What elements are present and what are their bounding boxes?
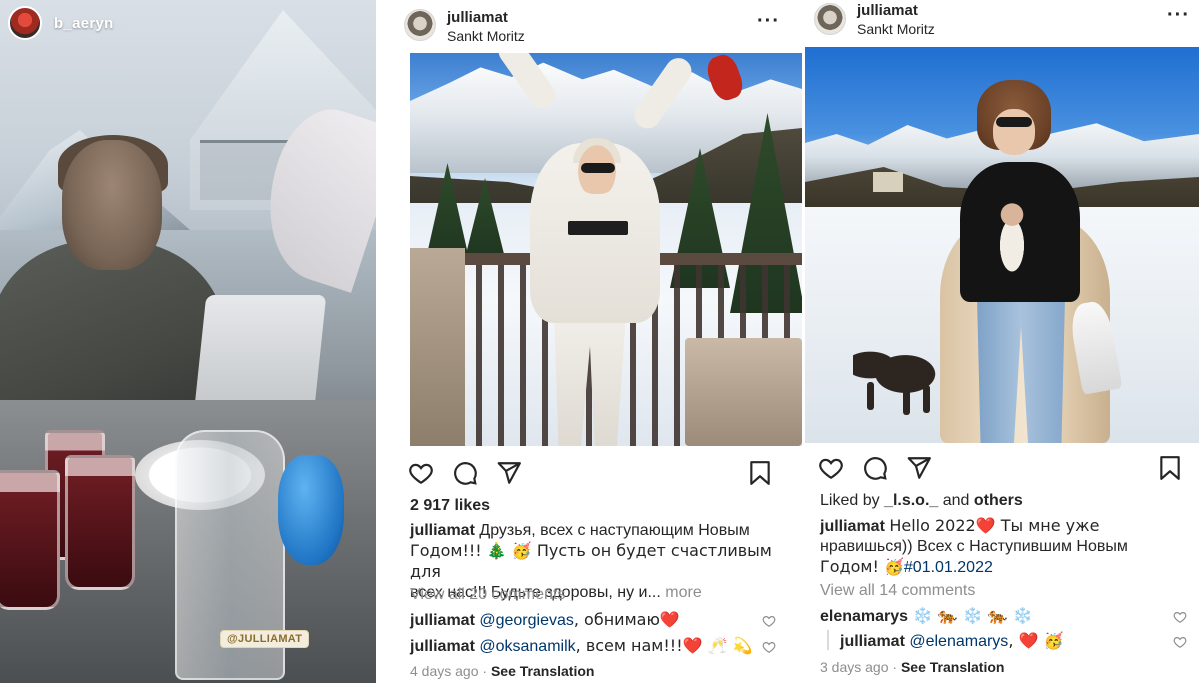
comment-text: , всем нам!!!❤️ 🥂 💫 bbox=[575, 636, 753, 655]
avatar[interactable] bbox=[814, 3, 846, 35]
story-chair bbox=[193, 295, 327, 415]
comment-username[interactable]: elenamarys bbox=[820, 608, 908, 625]
share-icon[interactable] bbox=[906, 455, 932, 486]
comment-row: elenamarys ❄️ 🐅 ❄️ 🐅 ❄️ bbox=[820, 606, 1032, 627]
photo-sweater-logo bbox=[568, 221, 628, 235]
liked-by-prefix: Liked by bbox=[820, 492, 880, 509]
see-translation-link[interactable]: See Translation bbox=[901, 659, 1004, 675]
caption-text: нравишься)) Всех с Наступившим Новым bbox=[820, 538, 1128, 555]
liked-by-and: and bbox=[942, 492, 970, 509]
post-actions bbox=[818, 455, 932, 486]
photo-sunglasses bbox=[996, 117, 1032, 127]
story-mulled-wine-glass bbox=[0, 470, 60, 610]
small-heart-icon[interactable] bbox=[1173, 635, 1187, 654]
post-location[interactable]: Sankt Moritz bbox=[447, 28, 525, 44]
post-meta: 3 days ago · See Translation bbox=[820, 659, 1005, 675]
photo-dog-leg bbox=[867, 382, 874, 410]
caption-text: Годом! 🥳 bbox=[820, 557, 904, 576]
story-header: b_aeryn bbox=[8, 6, 114, 40]
comment-row: julliamat @georgievas, обнимаю❤️ bbox=[410, 610, 680, 631]
view-all-comments[interactable]: View all 20 comments bbox=[410, 585, 565, 605]
heart-icon[interactable] bbox=[818, 455, 844, 486]
story-avatar[interactable] bbox=[8, 6, 42, 40]
caption-username[interactable]: julliamat bbox=[410, 522, 475, 539]
liked-by: Liked by _l.s.o._ and others bbox=[820, 491, 1023, 511]
more-link[interactable]: more bbox=[665, 584, 701, 601]
story-username[interactable]: b_aeryn bbox=[54, 15, 114, 32]
hashtag-link[interactable]: #01.01.2022 bbox=[904, 559, 993, 576]
photo-stone-pillar bbox=[410, 248, 465, 446]
post-username[interactable]: julliamat bbox=[447, 9, 508, 26]
comment-row: julliamat @elenamarys, ❤️ 🥳 bbox=[840, 631, 1063, 652]
story-person-head bbox=[62, 140, 162, 270]
share-icon[interactable] bbox=[496, 460, 522, 491]
post-location[interactable]: Sankt Moritz bbox=[857, 21, 935, 37]
photo-stone-pillar bbox=[685, 338, 802, 446]
caption-text: Hello 2022❤️ Ты мне уже bbox=[889, 516, 1100, 535]
small-heart-icon[interactable] bbox=[762, 640, 776, 659]
post-header: julliamat Sankt Moritz ··· bbox=[390, 0, 805, 50]
comment-username[interactable]: julliamat bbox=[840, 633, 905, 650]
story-panel: b_aeryn @JULLIAMAT bbox=[0, 0, 376, 683]
post-actions bbox=[408, 460, 522, 491]
comment-mention[interactable]: @elenamarys bbox=[909, 633, 1008, 650]
post-card: julliamat Sankt Moritz ··· bbox=[390, 0, 805, 683]
post-meta: 4 days ago · See Translation bbox=[410, 663, 595, 679]
caption-text: Друзья, всех с наступающим Новым bbox=[479, 522, 750, 539]
post-username[interactable]: julliamat bbox=[857, 2, 918, 19]
caption-text: Годом!!! 🎄 🥳 Пусть он будет счастливым д… bbox=[410, 541, 772, 581]
photo-woman-face bbox=[993, 109, 1035, 155]
see-translation-link[interactable]: See Translation bbox=[491, 663, 594, 679]
view-all-comments[interactable]: View all 14 comments bbox=[820, 581, 975, 601]
small-heart-icon[interactable] bbox=[1173, 610, 1187, 629]
post-card: julliamat Sankt Moritz ··· bbox=[805, 0, 1199, 683]
story-blue-glass bbox=[278, 455, 344, 565]
more-icon[interactable]: ··· bbox=[757, 10, 780, 33]
comment-text: , ❤️ 🥳 bbox=[1008, 631, 1064, 650]
comment-icon[interactable] bbox=[452, 460, 478, 491]
liked-by-user[interactable]: _l.s.o._ bbox=[884, 492, 938, 509]
post-photo[interactable] bbox=[410, 53, 802, 446]
comment-text: ❄️ 🐅 ❄️ 🐅 ❄️ bbox=[912, 606, 1033, 625]
comment-mention[interactable]: @georgievas bbox=[479, 612, 574, 629]
bookmark-icon[interactable] bbox=[1159, 455, 1181, 486]
reply-thread-line bbox=[827, 630, 829, 650]
small-heart-icon[interactable] bbox=[762, 614, 776, 633]
comment-username[interactable]: julliamat bbox=[410, 638, 475, 655]
more-icon[interactable]: ··· bbox=[1167, 4, 1190, 27]
story-mention-sticker[interactable]: @JULLIAMAT bbox=[220, 630, 310, 648]
bookmark-icon[interactable] bbox=[749, 460, 771, 491]
photo-teddy-bear-print bbox=[992, 202, 1032, 272]
avatar[interactable] bbox=[404, 9, 436, 41]
comment-row: julliamat @oksanamilk, всем нам!!!❤️ 🥂 💫 bbox=[410, 636, 753, 657]
post-header: julliamat Sankt Moritz ··· bbox=[805, 0, 1199, 50]
post-caption: julliamat Hello 2022❤️ Ты мне уже нравиш… bbox=[820, 516, 1192, 578]
heart-icon[interactable] bbox=[408, 460, 434, 491]
photo-dog-leg bbox=[903, 387, 910, 415]
photo-hotel bbox=[873, 172, 903, 192]
likes-count[interactable]: 2 917 likes bbox=[410, 496, 490, 516]
comment-mention[interactable]: @oksanamilk bbox=[479, 638, 575, 655]
comment-username[interactable]: julliamat bbox=[410, 612, 475, 629]
post-time: 4 days ago bbox=[410, 663, 479, 679]
story-mulled-wine-glass bbox=[65, 455, 135, 590]
post-photo[interactable] bbox=[805, 47, 1199, 443]
photo-dog-leg bbox=[923, 385, 930, 413]
photo-sunglasses bbox=[581, 163, 615, 173]
post-time: 3 days ago bbox=[820, 659, 889, 675]
comment-icon[interactable] bbox=[862, 455, 888, 486]
liked-by-others[interactable]: others bbox=[974, 492, 1023, 509]
comment-text: , обнимаю❤️ bbox=[573, 610, 680, 629]
caption-username[interactable]: julliamat bbox=[820, 518, 885, 535]
